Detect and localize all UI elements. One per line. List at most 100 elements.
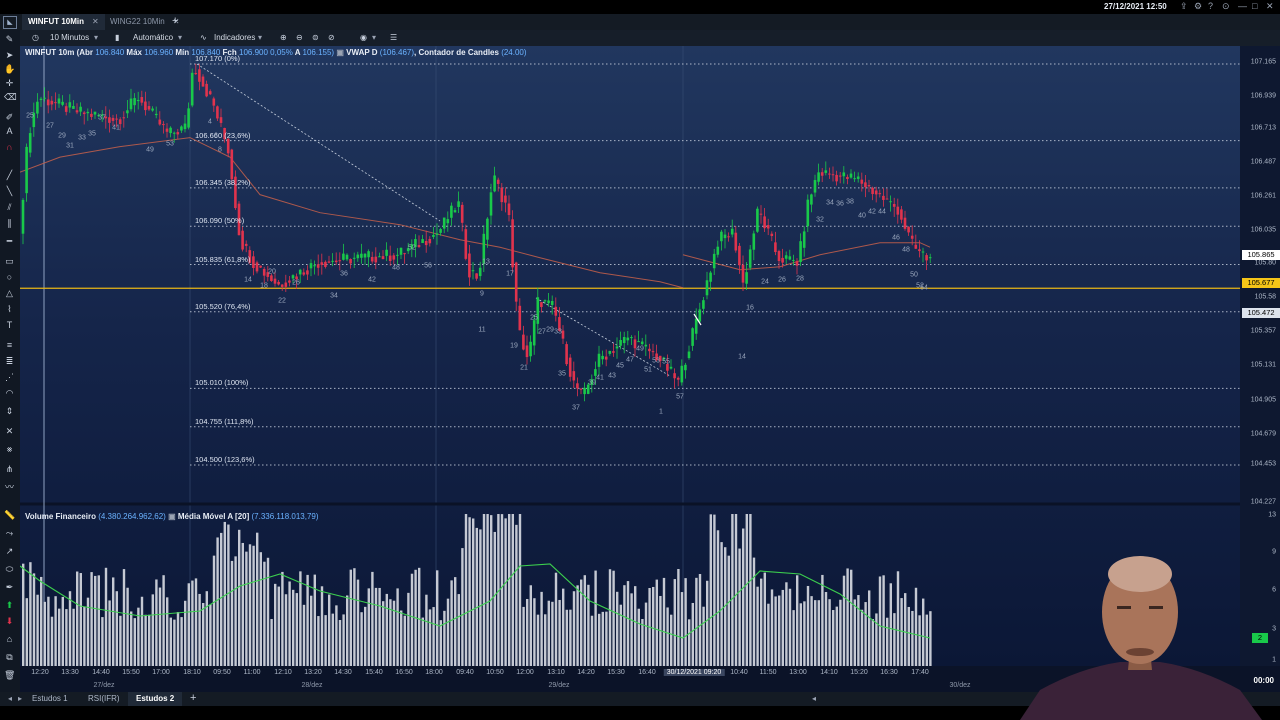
hand-icon[interactable]: ✋ [4, 64, 15, 75]
gann-icon[interactable]: ✕ [4, 426, 15, 437]
wave-icon[interactable]: 〰 [4, 482, 15, 493]
pitchfork-icon[interactable]: ⋔ [4, 464, 15, 475]
eye-icon[interactable]: ◉ [360, 30, 367, 46]
arrow-tool-icon[interactable]: ↗ [4, 546, 15, 557]
indicator-settings-icon[interactable]: ▣ [336, 48, 344, 57]
triangle-icon[interactable]: △ [4, 288, 15, 299]
indicator-settings-icon[interactable]: ▣ [168, 512, 176, 521]
eraser-icon[interactable]: ⌫ [4, 92, 17, 103]
sell-arrow-icon[interactable]: ⬇ [4, 616, 15, 627]
interval-select[interactable]: 10 Minutos [50, 30, 89, 46]
gear-icon[interactable]: ⚙ [1194, 1, 1202, 12]
tab-rsi[interactable]: RSI(IFR) [80, 692, 128, 706]
candle-body [374, 256, 378, 263]
volume-bar [400, 610, 403, 666]
time-tick-label: 18:00 [425, 669, 443, 676]
candle-body [324, 261, 327, 267]
indicators-button[interactable]: Indicadores [214, 30, 255, 46]
trash-icon[interactable]: 🗑 [4, 670, 15, 681]
volume-bar [396, 588, 399, 666]
add-tab-icon[interactable]: + [172, 15, 178, 27]
buy-arrow-icon[interactable]: ⬆ [4, 600, 15, 611]
text-icon[interactable]: T [4, 320, 15, 331]
candle-body [608, 350, 612, 354]
candle-body [255, 262, 259, 272]
share-icon[interactable]: ⇪ [1180, 1, 1188, 12]
settings-icon[interactable]: ⊙ [1222, 1, 1230, 12]
fib-fan-icon[interactable]: ⋰ [4, 372, 15, 383]
chevron-right-icon[interactable]: ▸ [18, 694, 22, 703]
chevron-left-icon[interactable]: ◂ [8, 694, 12, 703]
cursor-icon[interactable]: ➤ [4, 50, 15, 61]
mode-select[interactable]: Automático [133, 30, 173, 46]
magnet-icon[interactable]: ∩ [4, 142, 15, 153]
candle-body [712, 253, 716, 269]
tab-estudos-1[interactable]: Estudos 1 [24, 692, 76, 706]
ray-icon[interactable]: ╲ [4, 186, 15, 197]
candle-body [388, 255, 392, 262]
volume-bar [760, 578, 763, 666]
parallel-lines-icon[interactable]: ∥ [4, 218, 15, 229]
volume-bar [32, 573, 36, 666]
zoom-in-icon[interactable]: ⊕ [280, 30, 287, 46]
fib-level-label: 106.345 (38,2%) [195, 177, 251, 187]
crosshair-icon[interactable]: ✛ [4, 78, 15, 89]
lock-icon[interactable]: ⌂ [4, 634, 15, 645]
brush-icon[interactable]: ✐ [4, 112, 15, 123]
chevron-down-icon[interactable]: ▾ [372, 30, 376, 46]
ruler-icon[interactable]: 📏 [4, 510, 15, 521]
tab-winfut[interactable]: WINFUT 10Min ✕ [22, 14, 105, 30]
volume-bar [410, 573, 414, 666]
fib-arc-icon[interactable]: ◠ [4, 388, 15, 399]
ellipse-icon[interactable]: ⬭ [4, 564, 15, 575]
volume-bar [511, 514, 514, 666]
fib-level-label: 104.755 (111,8%) [195, 416, 254, 426]
layout-icon[interactable]: ☰ [390, 30, 397, 46]
tab-estudos-2[interactable]: Estudos 2 [128, 692, 183, 706]
close-window-icon[interactable]: ✕ [1266, 1, 1274, 12]
candle-count: 4 [208, 118, 212, 126]
fib-extension-icon[interactable]: ≣ [4, 356, 15, 367]
zoom-fit-icon[interactable]: ⊜ [312, 30, 319, 46]
text-tool-icon[interactable]: A [4, 126, 15, 137]
fibonacci-icon[interactable]: ≡ [4, 340, 15, 351]
volume-bar [324, 615, 327, 666]
circle-icon[interactable]: ○ [4, 272, 15, 283]
help-icon[interactable]: ? [1208, 1, 1213, 11]
zoom-out-icon[interactable]: ⊖ [296, 30, 303, 46]
candle-body [25, 146, 28, 194]
rectangle-icon[interactable]: ▭ [4, 256, 15, 267]
measure-icon[interactable]: ⇕ [4, 406, 15, 417]
chevron-down-icon[interactable]: ▾ [94, 30, 98, 46]
trendline-icon[interactable]: ╱ [4, 170, 15, 181]
volume-bar [565, 609, 568, 666]
volume-bar [302, 604, 306, 666]
path-icon[interactable]: ⤳ [4, 528, 15, 539]
candle-body [435, 233, 439, 235]
scroll-left-icon[interactable]: ◂ [812, 694, 816, 703]
candle-count: 8 [218, 146, 222, 154]
pencil-icon[interactable]: ✎ [4, 34, 15, 45]
zoom-reset-icon[interactable]: ⊘ [328, 30, 335, 46]
volume-bar [914, 587, 918, 666]
legend-high-label: Máx [126, 48, 142, 57]
channel-icon[interactable]: ⫽ [4, 202, 15, 213]
minimize-icon[interactable]: — [1238, 1, 1247, 11]
datetime: 27/12/2021 12:50 [1104, 2, 1167, 11]
pattern-icon[interactable]: ⨳ [4, 444, 15, 455]
volume-bar [72, 608, 75, 666]
candle-body [547, 300, 550, 304]
close-tab-icon[interactable]: ✕ [92, 17, 99, 26]
legend-symbol: WINFUT 10m [25, 48, 75, 57]
chevron-down-icon[interactable]: ▾ [258, 30, 262, 46]
polyline-icon[interactable]: ⌇ [4, 304, 15, 315]
volume-bar [835, 606, 838, 666]
add-study-tab-icon[interactable]: + [190, 692, 196, 704]
volume-tick-label: 13 [1268, 511, 1276, 519]
maximize-icon[interactable]: □ [1252, 1, 1257, 11]
horizontal-line-icon[interactable]: ━ [4, 236, 15, 247]
chevron-down-icon[interactable]: ▾ [178, 30, 182, 46]
marker-icon[interactable]: ✒ [4, 582, 15, 593]
layers-icon[interactable]: ⧉ [4, 652, 15, 663]
volume-bar [900, 598, 903, 666]
